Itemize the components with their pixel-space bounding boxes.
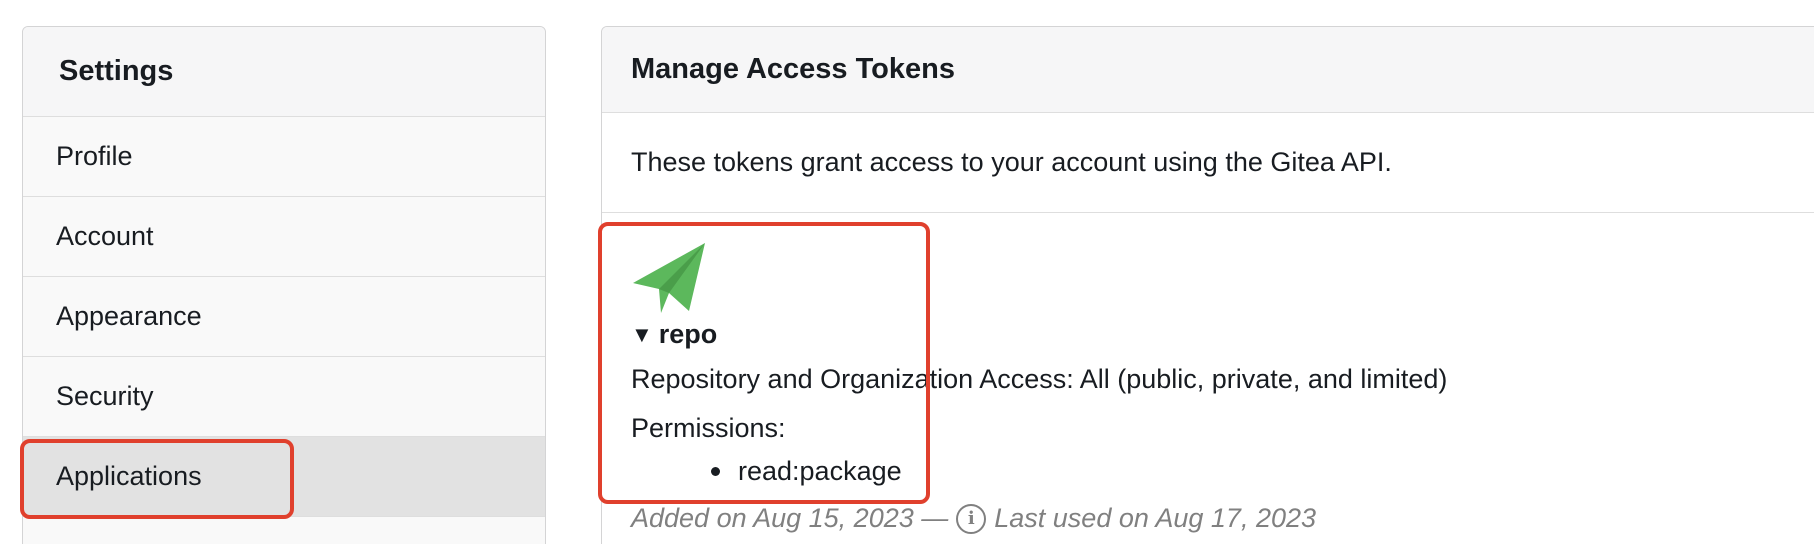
sidebar-item-profile[interactable]: Profile (23, 117, 545, 197)
token-last-used: Last used on Aug 17, 2023 (994, 503, 1317, 533)
panel-title: Manage Access Tokens (602, 27, 1814, 113)
token-meta: Added on Aug 15, 2023 — i Last used on A… (631, 503, 1814, 534)
token-added: Added on Aug 15, 2023 — (631, 503, 949, 533)
token-item: ▼ repo Repository and Organization Acces… (602, 213, 1814, 534)
sidebar-item-security[interactable]: Security (23, 357, 545, 437)
bullet-icon (711, 467, 720, 476)
panel-description: These tokens grant access to your accoun… (602, 113, 1814, 213)
sidebar-item-account[interactable]: Account (23, 197, 545, 277)
paper-plane-icon (633, 243, 705, 313)
settings-sidebar: Settings Profile Account Appearance Secu… (22, 26, 546, 544)
access-tokens-panel: Manage Access Tokens These tokens grant … (601, 26, 1814, 544)
token-access: Repository and Organization Access: All … (631, 364, 1448, 394)
token-summary[interactable]: ▼ repo (631, 319, 1814, 350)
triangle-down-icon: ▼ (631, 321, 653, 347)
sidebar-item-applications[interactable]: Applications (23, 437, 545, 517)
permissions-label: Permissions: (631, 413, 786, 443)
permissions-list: read:package (631, 456, 1814, 487)
token-name: repo (658, 319, 718, 349)
info-icon: i (956, 503, 987, 534)
sidebar-title: Settings (23, 27, 545, 117)
sidebar-item-appearance[interactable]: Appearance (23, 277, 545, 357)
permission-label: read:package (738, 456, 902, 486)
permission-item: read:package (711, 456, 1814, 487)
